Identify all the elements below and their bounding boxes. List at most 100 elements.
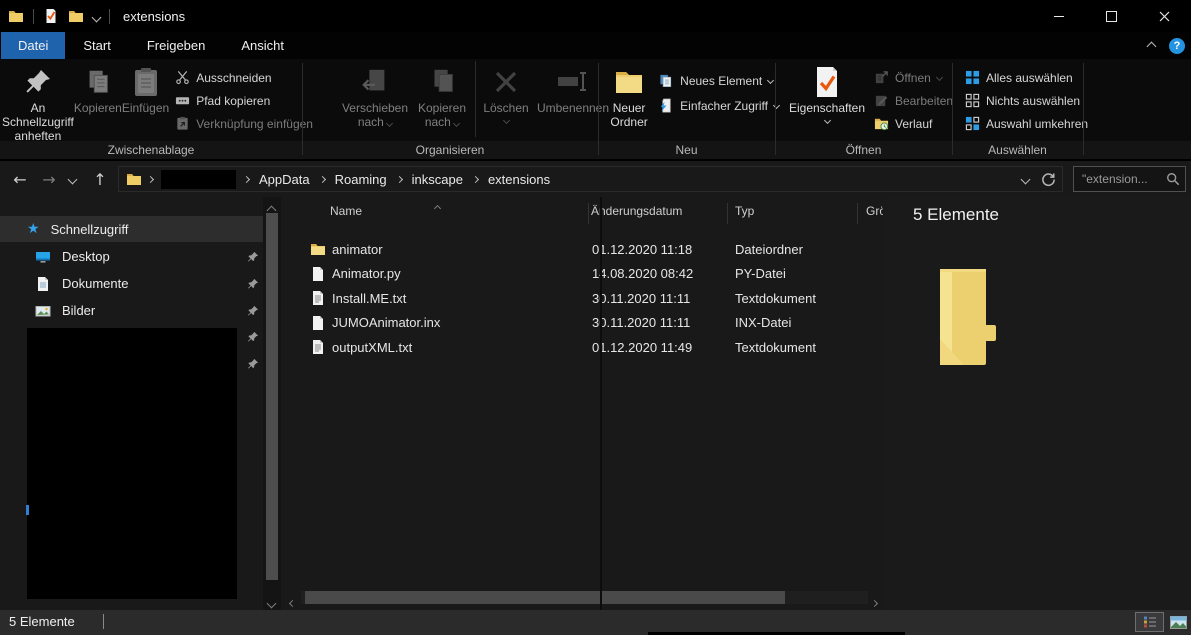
title-bar: extensions: [0, 0, 1191, 32]
sidebar-item-desktop[interactable]: Desktop: [0, 243, 263, 270]
sidebar-item-bilder[interactable]: Bilder: [0, 297, 263, 324]
up-icon: ↑: [93, 170, 106, 189]
tab-start[interactable]: Start: [65, 32, 128, 59]
easy-access-button[interactable]: Einfacher Zugriff: [655, 93, 783, 118]
large-icons-view-button[interactable]: [1166, 612, 1191, 632]
ribbon: An Schnellzugriff anheften Kopieren Einf…: [0, 59, 1191, 161]
details-view-icon: [1143, 615, 1157, 629]
close-button[interactable]: [1138, 0, 1191, 32]
history-button[interactable]: Verlauf: [870, 112, 957, 135]
documents-icon: [35, 276, 51, 292]
help-icon[interactable]: ?: [1169, 38, 1185, 54]
column-separator[interactable]: [727, 203, 728, 224]
scroll-down-icon[interactable]: [268, 595, 275, 610]
horizontal-scrollbar[interactable]: [283, 589, 883, 606]
qat-properties-icon[interactable]: [43, 8, 59, 24]
scrollbar-thumb[interactable]: [305, 591, 785, 604]
tab-freigeben[interactable]: Freigeben: [129, 32, 224, 59]
titlebar-separator: [109, 9, 110, 24]
column-header-date[interactable]: Änderungsdatum: [591, 204, 682, 218]
rename-icon: [556, 63, 590, 101]
maximize-button[interactable]: [1085, 0, 1138, 32]
dropdown-chevron-icon: [823, 117, 830, 124]
search-icon[interactable]: [1166, 172, 1180, 186]
paste-shortcut-button[interactable]: Verknüpfung einfügen: [171, 112, 317, 135]
scroll-left-icon[interactable]: [290, 594, 295, 609]
forward-icon: →: [42, 170, 55, 189]
group-label-auswaehlen: Auswählen: [952, 142, 1083, 158]
explorer-window: extensions Datei Start Freigeben Ansicht…: [0, 0, 1191, 635]
redacted-region: [27, 328, 237, 599]
dropdown-chevron-icon: [767, 77, 774, 84]
new-folder-icon: [613, 63, 645, 101]
move-to-icon: [360, 63, 390, 101]
address-dropdown-chevron-icon[interactable]: [1022, 167, 1029, 191]
file-row-outputxml[interactable]: outputXML.txt 01.12.2020 11:49 Textdokum…: [283, 335, 883, 359]
breadcrumb-appdata[interactable]: AppData: [251, 167, 318, 191]
large-icons-view-icon: [1170, 616, 1187, 629]
recent-locations-button[interactable]: [62, 161, 82, 197]
minimize-button[interactable]: [1032, 0, 1085, 32]
select-all-button[interactable]: Alles auswählen: [961, 66, 1092, 89]
column-header-type[interactable]: Typ: [735, 204, 754, 218]
file-row-jumoanimator[interactable]: JUMOAnimator.inx 30.11.2020 11:11 INX-Da…: [283, 311, 883, 335]
explorer-app-icon: [8, 8, 24, 24]
pin-to-quick-access-button[interactable]: An Schnellzugriff anheften: [2, 59, 74, 145]
file-row-animator[interactable]: animator 01.12.2020 11:18 Dateiordner: [283, 237, 883, 261]
column-header-name[interactable]: Name: [330, 204, 362, 218]
sidebar-item-quick-access[interactable]: ★ Schnellzugriff: [0, 216, 263, 242]
chevron-down-icon: [67, 174, 77, 184]
qat-new-folder-icon[interactable]: [68, 8, 84, 24]
select-none-button[interactable]: Nichts auswählen: [961, 89, 1092, 112]
edit-button[interactable]: Bearbeiten: [870, 89, 957, 112]
address-folder-icon: [126, 171, 142, 187]
minimize-icon: [1054, 16, 1064, 17]
scissors-icon: [175, 70, 190, 85]
invert-selection-button[interactable]: Auswahl umkehren: [961, 112, 1092, 135]
ribbon-group-auswaehlen: Alles auswählen Nichts auswählen Auswahl…: [953, 59, 1091, 141]
scroll-right-icon[interactable]: [872, 594, 877, 609]
ribbon-group-organisieren: Verschieben nach Kopieren nach Löschen: [303, 59, 632, 141]
breadcrumb-inkscape[interactable]: inkscape: [404, 167, 471, 191]
dropdown-chevron-icon: [502, 117, 509, 124]
move-to-button[interactable]: Verschieben nach: [337, 59, 413, 145]
file-row-animator-py[interactable]: Animator.py 14.08.2020 08:42 PY-Datei: [283, 262, 883, 286]
details-view-button[interactable]: [1135, 612, 1164, 632]
collapse-ribbon-icon[interactable]: [1148, 38, 1155, 53]
delete-button[interactable]: Löschen: [480, 59, 532, 145]
properties-button[interactable]: Eigenschaften: [786, 59, 868, 145]
copy-to-button[interactable]: Kopieren nach: [413, 59, 471, 145]
select-none-icon: [965, 93, 980, 108]
refresh-icon[interactable]: [1041, 172, 1056, 187]
ribbon-group-neu: Neuer Ordner Neues Element Einfacher Zug…: [599, 59, 783, 141]
sidebar-item-dokumente[interactable]: Dokumente: [0, 270, 263, 297]
paste-button[interactable]: Einfügen: [122, 59, 169, 145]
breadcrumb-extensions[interactable]: extensions: [480, 167, 558, 191]
new-item-icon: [659, 73, 674, 88]
dropdown-chevron-icon: [386, 120, 393, 127]
column-header-size[interactable]: Grö: [866, 204, 883, 218]
breadcrumb-roaming[interactable]: Roaming: [327, 167, 395, 191]
address-bar[interactable]: AppData Roaming inkscape extensions: [118, 166, 1063, 192]
tab-ansicht[interactable]: Ansicht: [223, 32, 302, 59]
forward-button[interactable]: →: [36, 161, 62, 197]
column-separator[interactable]: [857, 203, 858, 224]
open-button[interactable]: Öffnen: [870, 66, 957, 89]
pane-divider[interactable]: [600, 197, 602, 610]
column-separator[interactable]: [588, 203, 589, 224]
copy-path-button[interactable]: Pfad kopieren: [171, 89, 317, 112]
large-folder-icon: [930, 267, 998, 367]
file-row-install-me[interactable]: Install.ME.txt 30.11.2020 11:11 Textdoku…: [283, 286, 883, 310]
scrollbar-thumb[interactable]: [266, 213, 278, 580]
up-button[interactable]: ↑: [86, 161, 114, 197]
copy-button[interactable]: Kopieren: [74, 59, 122, 145]
new-item-button[interactable]: Neues Element: [655, 68, 783, 93]
back-button[interactable]: ←: [6, 161, 34, 197]
cut-button[interactable]: Ausschneiden: [171, 66, 317, 89]
status-separator: [103, 614, 104, 629]
sidebar-scrollbar[interactable]: [263, 197, 281, 610]
qat-customize-chevron-icon[interactable]: [93, 9, 100, 24]
new-folder-button[interactable]: Neuer Ordner: [607, 59, 651, 145]
tab-datei[interactable]: Datei: [1, 32, 65, 59]
search-box: [1073, 166, 1186, 192]
